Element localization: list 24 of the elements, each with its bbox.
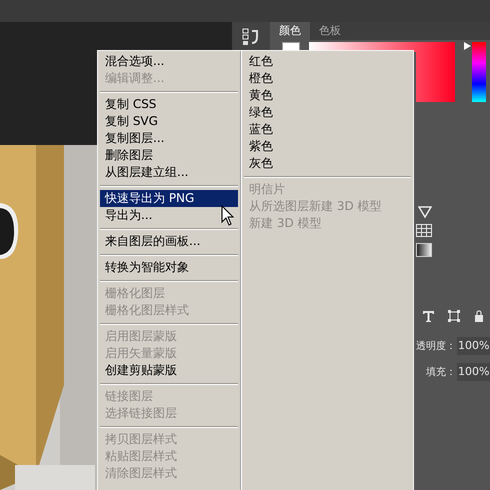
fill-field[interactable]: 100% xyxy=(457,363,490,381)
fill-label: 填充： xyxy=(426,366,456,380)
menu-item[interactable]: 复制 CSS xyxy=(100,96,238,113)
opacity-label: 透明度： xyxy=(416,340,456,354)
menu-item[interactable]: 快速导出为 PNG xyxy=(100,190,238,207)
menu-item[interactable]: 绿色 xyxy=(244,104,411,121)
menu-item[interactable]: 黄色 xyxy=(244,87,411,104)
menu-item[interactable]: 复制图层... xyxy=(100,130,238,147)
menu-item[interactable]: 从图层建立组... xyxy=(100,164,238,181)
menu-item[interactable]: 蓝色 xyxy=(244,121,411,138)
menu-item[interactable]: 复制 SVG xyxy=(100,113,238,130)
panel-tab[interactable]: 颜色 xyxy=(270,22,310,40)
opacity-field[interactable]: 100% xyxy=(457,337,490,355)
menu-item[interactable]: 来自图层的画板... xyxy=(100,233,238,250)
menu-item[interactable]: 灰色 xyxy=(244,155,411,172)
menu-item[interactable]: 紫色 xyxy=(244,138,411,155)
panel-tab[interactable]: 色板 xyxy=(310,22,350,40)
menu-item[interactable]: 混合选项... xyxy=(100,53,238,70)
menu-item[interactable]: 删除图层 xyxy=(100,147,238,164)
menu-item[interactable]: 创建剪贴蒙版 xyxy=(100,362,238,379)
menu-item[interactable]: 橙色 xyxy=(244,70,411,87)
menu-item[interactable]: 转换为智能对象 xyxy=(100,259,238,276)
menu-item[interactable]: 导出为... xyxy=(100,207,238,224)
menu-item[interactable]: 红色 xyxy=(244,53,411,70)
